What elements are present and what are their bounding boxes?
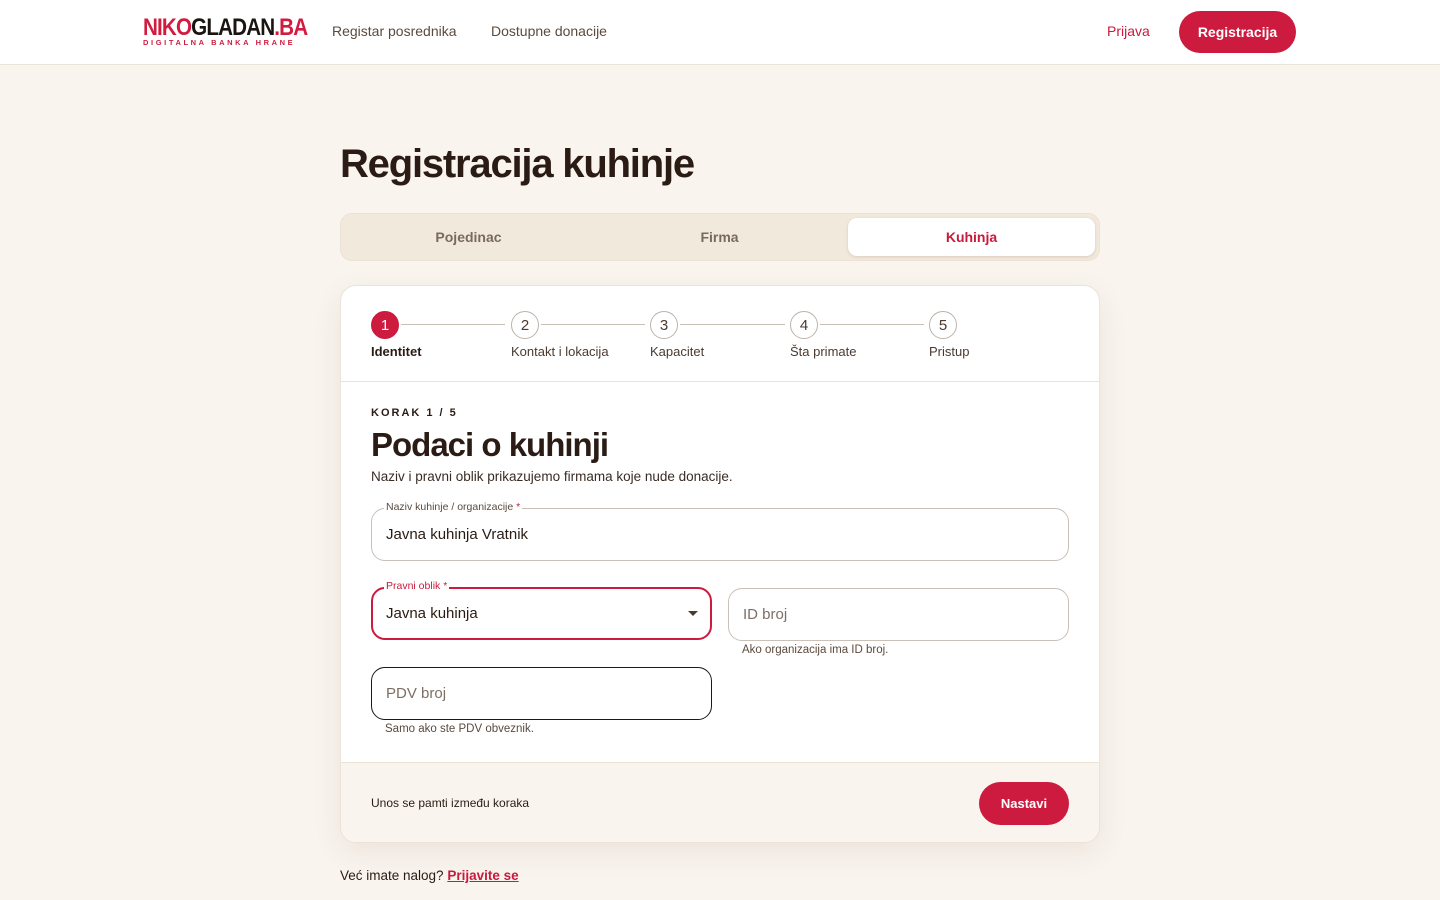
- step-2-indicator: 2: [511, 311, 539, 339]
- step-connector: [541, 324, 645, 325]
- step-3-indicator: 3: [650, 311, 678, 339]
- login-prompt-link[interactable]: Prijavite se: [447, 868, 518, 883]
- legal-form-label: Pravni oblik *: [384, 580, 450, 592]
- section-description: Naziv i pravni oblik prikazujemo firmama…: [371, 469, 733, 484]
- card-footer: Unos se pamti između koraka Nastavi: [341, 762, 1099, 842]
- kitchen-name-field[interactable]: Naziv kuhinje / organizacije * Javna kuh…: [371, 501, 1069, 561]
- legal-form-label-text: Pravni oblik: [386, 580, 441, 592]
- step-5-indicator: 5: [929, 311, 957, 339]
- required-mark: *: [443, 580, 448, 592]
- step-4-indicator: 4: [790, 311, 818, 339]
- top-navigation-bar: NIKOGLADAN.BA DIGITALNA BANKA HRANE Regi…: [0, 0, 1440, 65]
- logo-part-gladan: GLADAN: [191, 14, 275, 41]
- step-1-label: Identitet: [371, 344, 422, 359]
- brand-logo[interactable]: NIKOGLADAN.BA DIGITALNA BANKA HRANE: [143, 14, 308, 48]
- dropdown-caret-icon: [688, 611, 698, 616]
- step-connector: [820, 324, 924, 325]
- id-number-field[interactable]: ID broj: [728, 588, 1069, 641]
- tab-firma[interactable]: Firma: [596, 218, 843, 256]
- next-button[interactable]: Nastavi: [979, 782, 1069, 825]
- autosave-note: Unos se pamti između koraka: [371, 796, 530, 810]
- registration-type-tabs: Pojedinac Firma Kuhinja: [340, 213, 1100, 261]
- logo-part-niko: NIKO: [143, 14, 192, 41]
- pdv-number-placeholder: PDV broj: [386, 685, 447, 702]
- step-counter: KORAK 1 / 5: [371, 407, 458, 419]
- nav-link-dostupne-donacije[interactable]: Dostupne donacije: [491, 23, 607, 39]
- section-title: Podaci o kuhinji: [371, 426, 609, 463]
- legal-form-select[interactable]: Pravni oblik * Javna kuhinja: [371, 580, 712, 640]
- kitchen-name-label-text: Naziv kuhinje / organizacije: [386, 501, 514, 513]
- logo-part-tld: .BA: [274, 14, 308, 41]
- pdv-number-helper: Samo ako ste PDV obveznik.: [385, 723, 534, 735]
- login-link[interactable]: Prijava: [1107, 23, 1150, 39]
- register-button[interactable]: Registracija: [1179, 11, 1296, 53]
- legal-form-value: Javna kuhinja: [386, 605, 478, 622]
- step-3-label: Kapacitet: [650, 344, 705, 359]
- step-connector: [680, 324, 785, 325]
- id-number-placeholder: ID broj: [743, 606, 788, 623]
- id-number-helper: Ako organizacija ima ID broj.: [742, 644, 889, 656]
- page-title: Registracija kuhinje: [340, 142, 695, 186]
- progress-stepper: 1 Identitet 2 Kontakt i lokacija 3 Kapac…: [341, 286, 1099, 382]
- step-4-label: Šta primate: [790, 344, 857, 359]
- required-mark: *: [516, 501, 521, 513]
- login-prompt: Već imate nalog? Prijavite se: [340, 868, 519, 883]
- step-5-label: Pristup: [929, 344, 970, 359]
- step-1-indicator: 1: [371, 311, 399, 339]
- step-connector: [401, 324, 505, 325]
- logo-tagline: DIGITALNA BANKA HRANE: [143, 38, 296, 47]
- nav-link-registar-posrednika[interactable]: Registar posrednika: [332, 23, 457, 39]
- pdv-number-field[interactable]: PDV broj: [371, 667, 712, 720]
- step-2-label: Kontakt i lokacija: [511, 344, 609, 359]
- kitchen-name-label: Naziv kuhinje / organizacije *: [384, 501, 523, 513]
- tab-kuhinja[interactable]: Kuhinja: [848, 218, 1095, 256]
- login-prompt-text: Već imate nalog?: [340, 868, 444, 883]
- logo-wordmark: NIKOGLADAN.BA: [143, 14, 308, 41]
- tab-pojedinac[interactable]: Pojedinac: [345, 218, 592, 256]
- registration-card: 1 Identitet 2 Kontakt i lokacija 3 Kapac…: [340, 285, 1100, 843]
- kitchen-name-value: Javna kuhinja Vratnik: [386, 526, 529, 543]
